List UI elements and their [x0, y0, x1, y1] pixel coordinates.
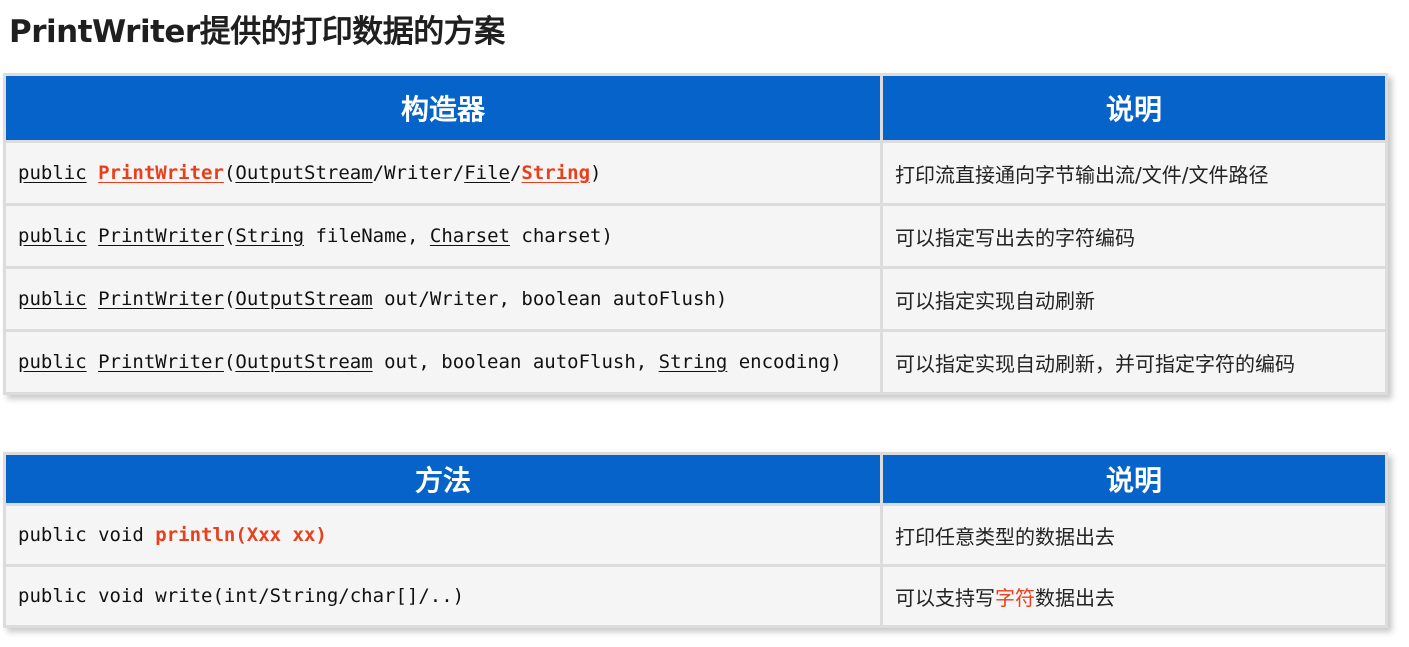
- column-header-description: 说明: [883, 76, 1385, 140]
- table-header-row: 方法 说明: [6, 455, 1385, 503]
- constructors-table: 构造器 说明 public PrintWriter(OutputStream/W…: [3, 73, 1388, 395]
- code-token: (: [223, 225, 236, 247]
- column-header-description: 说明: [883, 455, 1385, 503]
- code-token: encoding): [727, 351, 842, 373]
- signature-cell: public PrintWriter(String fileName, Char…: [6, 206, 880, 266]
- signature-cell: public void write(int/String/char[]/..): [6, 567, 880, 625]
- table-row: public void write(int/String/char[]/..) 可…: [6, 567, 1385, 625]
- table-row: public PrintWriter(OutputStream/Writer/F…: [6, 143, 1385, 203]
- signature-cell: public PrintWriter(OutputStream/Writer/F…: [6, 143, 880, 203]
- code-token: public: [18, 288, 87, 310]
- code-token: PrintWriter: [98, 351, 224, 373]
- methods-table: 方法 说明 public void println(Xxx xx) 打印任意类型的…: [3, 452, 1388, 628]
- description-text: 字符: [995, 585, 1035, 610]
- column-header-constructor: 构造器: [6, 76, 880, 140]
- signature-cell: public void println(Xxx xx): [6, 506, 880, 564]
- description-text: 打印任意类型的数据出去: [895, 524, 1115, 549]
- description-cell: 打印任意类型的数据出去: [883, 506, 1385, 564]
- code-token: OutputStream: [235, 351, 373, 373]
- code-token: String: [658, 351, 728, 373]
- code-token: String: [521, 162, 591, 184]
- code-token: public void: [18, 524, 156, 546]
- code-token: out/Writer, boolean autoFlush): [372, 288, 728, 310]
- description-cell: 可以指定写出去的字符编码: [883, 206, 1385, 266]
- table-row: public PrintWriter(OutputStream out/Writ…: [6, 269, 1385, 329]
- table-row: public PrintWriter(OutputStream out, boo…: [6, 332, 1385, 392]
- code-token: fileName,: [304, 225, 430, 247]
- code-token: /: [509, 162, 522, 184]
- code-token: PrintWriter: [98, 288, 224, 310]
- code-token: public: [18, 351, 87, 373]
- code-token: /Writer/: [372, 162, 465, 184]
- description-cell: 可以支持写字符数据出去: [883, 567, 1385, 625]
- page-title: PrintWriter提供的打印数据的方案: [9, 14, 505, 50]
- description-text: 数据出去: [1035, 585, 1115, 610]
- code-token: println(Xxx xx): [155, 524, 327, 546]
- code-token: PrintWriter: [98, 225, 224, 247]
- signature-cell: public PrintWriter(OutputStream out, boo…: [6, 332, 880, 392]
- code-token: OutputStream: [235, 288, 373, 310]
- table-row: public void println(Xxx xx) 打印任意类型的数据出去: [6, 506, 1385, 564]
- table-row: public PrintWriter(String fileName, Char…: [6, 206, 1385, 266]
- code-token: ): [590, 162, 602, 184]
- description-cell: 可以指定实现自动刷新: [883, 269, 1385, 329]
- code-token: out, boolean autoFlush,: [372, 351, 659, 373]
- code-token: public void write(int/String/char[]/..): [18, 585, 465, 607]
- code-token: Charset: [429, 225, 510, 247]
- code-token: (: [223, 351, 236, 373]
- description-cell: 可以指定实现自动刷新，并可指定字符的编码: [883, 332, 1385, 392]
- description-cell: 打印流直接通向字节输出流/文件/文件路径: [883, 143, 1385, 203]
- column-header-method: 方法: [6, 455, 880, 503]
- table-header-row: 构造器 说明: [6, 76, 1385, 140]
- code-token: String: [235, 225, 305, 247]
- code-token: PrintWriter: [98, 162, 224, 184]
- code-token: OutputStream: [235, 162, 373, 184]
- description-text: 可以支持写: [895, 585, 995, 610]
- code-token: public: [18, 162, 87, 184]
- code-token: charset): [509, 225, 613, 247]
- code-token: public: [18, 225, 87, 247]
- signature-cell: public PrintWriter(OutputStream out/Writ…: [6, 269, 880, 329]
- code-token: File: [464, 162, 510, 184]
- code-token: (: [223, 162, 236, 184]
- code-token: (: [223, 288, 236, 310]
